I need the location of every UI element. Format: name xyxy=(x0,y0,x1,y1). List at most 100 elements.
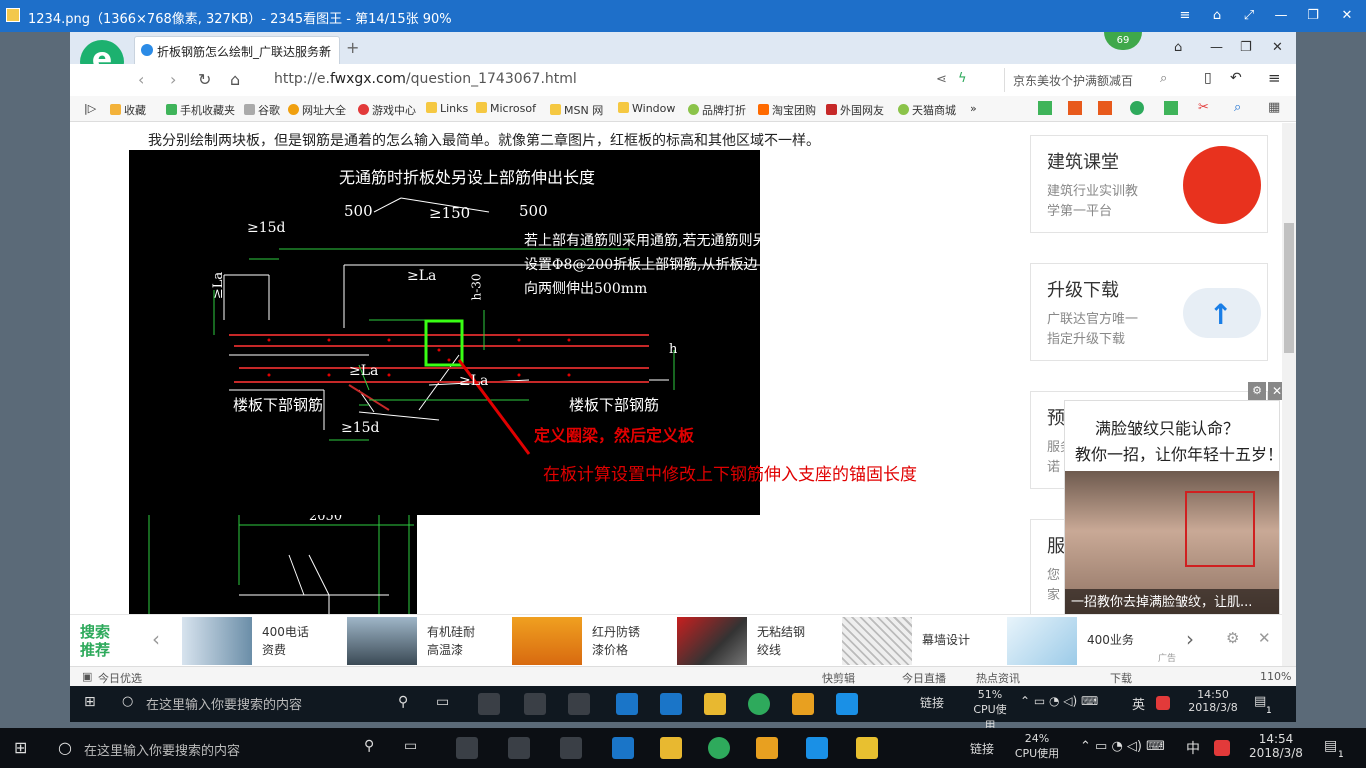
task-view-icon[interactable]: ▭ xyxy=(436,694,449,710)
windows-start-icon[interactable]: ⊞ xyxy=(14,738,27,757)
mic-icon[interactable]: ⚲ xyxy=(398,694,408,710)
today-picks-link[interactable]: 今日优选 xyxy=(98,670,142,686)
bookmark-item[interactable]: 外国网友 xyxy=(826,102,884,118)
app-icon[interactable] xyxy=(560,737,582,759)
recommend-item[interactable]: 400电话 资费 xyxy=(182,615,347,667)
discount-icon[interactable] xyxy=(1098,101,1112,115)
taskbar-search[interactable]: 在这里输入你要搜索的内容 xyxy=(146,694,302,713)
bookmark-item[interactable]: 手机收藏夹 xyxy=(166,102,235,118)
search-icon[interactable]: ⌕ xyxy=(1160,71,1167,86)
ime-indicator[interactable]: 中 xyxy=(1186,738,1200,758)
notification-icon[interactable]: ▤ xyxy=(1254,694,1266,709)
home-icon[interactable]: ⌂ xyxy=(230,70,240,89)
prev-arrow-icon[interactable]: ‹ xyxy=(152,627,160,651)
bookmark-item[interactable]: 品牌打折 xyxy=(688,102,746,118)
browser-minimize-button[interactable]: — xyxy=(1210,40,1223,55)
download-link[interactable]: 下载 xyxy=(1110,670,1132,686)
ime-indicator[interactable]: 英 xyxy=(1132,694,1145,713)
recommend-item[interactable]: 无粘结钢 绞线 xyxy=(677,615,842,667)
browser-app-icon[interactable] xyxy=(524,693,546,715)
refresh-icon[interactable]: ↻ xyxy=(198,70,211,89)
edge-icon[interactable] xyxy=(616,693,638,715)
task-view-icon[interactable]: ▭ xyxy=(404,738,417,754)
link-label[interactable]: 链接 xyxy=(920,694,944,711)
vertical-scrollbar[interactable] xyxy=(1282,123,1296,668)
tab-close-icon[interactable]: × xyxy=(321,42,331,56)
clock[interactable]: 14:50 2018/3/8 xyxy=(1188,688,1238,714)
news-link[interactable]: 热点资讯 xyxy=(976,670,1020,686)
sogou-icon[interactable] xyxy=(1214,740,1230,756)
taskbar-search[interactable]: 在这里输入你要搜索的内容 xyxy=(84,740,240,759)
share-icon[interactable]: ⋖ xyxy=(936,72,947,87)
app-icon[interactable] xyxy=(456,737,478,759)
bookmark-item[interactable]: 天猫商城 xyxy=(898,102,956,118)
browser-2345-icon[interactable] xyxy=(748,693,770,715)
quick-edit-link[interactable]: 快剪辑 xyxy=(822,670,855,686)
sidebar-card-course[interactable]: 建筑课堂 建筑行业实训教 学第一平台 xyxy=(1030,135,1268,233)
bookmark-item[interactable]: 收藏 xyxy=(110,102,146,118)
bookmark-item[interactable]: Microsof xyxy=(476,102,536,115)
next-arrow-icon[interactable]: › xyxy=(1186,627,1194,651)
notification-badge[interactable]: 69 xyxy=(1104,32,1142,50)
app-icon[interactable] xyxy=(836,693,858,715)
windows-start-icon[interactable]: ⊞ xyxy=(84,694,96,710)
notes-icon[interactable] xyxy=(792,693,814,715)
sidebar-toggle-icon[interactable]: |▷ xyxy=(84,102,96,115)
fullscreen-icon[interactable]: ⤢ xyxy=(1238,6,1260,26)
scrollbar-thumb[interactable] xyxy=(1284,223,1294,353)
url-field[interactable]: http://e.fwxgx.com/question_1743067.html xyxy=(274,71,577,87)
skin-icon[interactable]: ⌂ xyxy=(1206,6,1228,26)
link-label[interactable]: 链接 xyxy=(970,740,994,757)
recommend-item[interactable]: 400业务 xyxy=(1007,615,1172,667)
back-icon[interactable]: ‹ xyxy=(138,70,144,89)
phone-icon[interactable]: ▯ xyxy=(1204,70,1212,86)
new-tab-button[interactable]: + xyxy=(346,38,359,57)
tools-icon[interactable]: ✂ xyxy=(1198,100,1209,115)
notes-icon[interactable] xyxy=(756,737,778,759)
bookmark-item[interactable]: 网址大全 xyxy=(288,102,346,118)
sidebar-card-download[interactable]: 升级下载 广联达官方唯一 指定升级下载 ↑ xyxy=(1030,263,1268,361)
recommend-item[interactable]: 幕墙设计 xyxy=(842,615,1007,667)
browser-2345-icon[interactable] xyxy=(708,737,730,759)
cortana-icon[interactable]: ○ xyxy=(58,738,72,757)
forward-icon[interactable]: › xyxy=(170,70,176,89)
shield-icon[interactable] xyxy=(1130,101,1144,115)
search-input[interactable]: 京东美妆个护满额减百 xyxy=(1004,68,1174,92)
shirt-icon[interactable]: ⌂ xyxy=(1174,40,1182,55)
bookmark-item[interactable]: MSN 网 xyxy=(550,102,603,118)
browser-restore-button[interactable]: ❐ xyxy=(1240,40,1252,55)
menu-icon[interactable]: ≡ xyxy=(1268,69,1281,87)
lightning-icon[interactable]: ϟ xyxy=(958,71,967,86)
app-icon[interactable] xyxy=(478,693,500,715)
tv-icon[interactable] xyxy=(1068,101,1082,115)
browser-app-icon[interactable] xyxy=(508,737,530,759)
image-viewer-icon[interactable] xyxy=(856,737,878,759)
reader-icon[interactable] xyxy=(1038,101,1052,115)
recommend-item[interactable]: 有机硅耐 高温漆 xyxy=(347,615,512,667)
bookmark-item[interactable]: 游戏中心 xyxy=(358,102,416,118)
browser-close-button[interactable]: ✕ xyxy=(1272,40,1283,55)
close-icon[interactable]: ✕ xyxy=(1258,629,1271,647)
bookmark-item[interactable]: 谷歌 xyxy=(244,102,280,118)
ad-popup[interactable]: 满脸皱纹只能认命？ 教你一招，让你年轻十五岁！ 一招教你去掉满脸皱纹，让肌... xyxy=(1064,400,1280,620)
app-icon[interactable] xyxy=(568,693,590,715)
notification-icon[interactable]: ▤ xyxy=(1324,738,1337,754)
apps-icon[interactable]: ▦ xyxy=(1268,100,1280,115)
ie-icon[interactable] xyxy=(660,693,682,715)
search-icon[interactable]: ⌕ xyxy=(1234,100,1241,115)
maximize-button[interactable]: ❐ xyxy=(1302,6,1324,26)
app-icon[interactable] xyxy=(806,737,828,759)
ad-settings-icon[interactable]: ⚙ xyxy=(1248,382,1266,400)
menu-icon[interactable]: ≡ xyxy=(1174,6,1196,26)
translate-icon[interactable] xyxy=(1164,101,1178,115)
live-link[interactable]: 今日直播 xyxy=(902,670,946,686)
bookmark-item[interactable]: Window xyxy=(618,102,675,115)
folder-icon[interactable] xyxy=(704,693,726,715)
cortana-icon[interactable]: ○ xyxy=(122,694,133,709)
bookmark-item[interactable]: Links xyxy=(426,102,468,115)
tray-icons[interactable]: ⌃ ▭ ◔ ◁) ⌨ xyxy=(1080,739,1165,754)
bookmark-item[interactable]: 淘宝团购 xyxy=(758,102,816,118)
tab-active[interactable]: 折板钢筋怎么绘制_广联达服务新 × xyxy=(134,36,340,64)
settings-icon[interactable]: ⚙ xyxy=(1226,629,1239,647)
tray-icons[interactable]: ⌃ ▭ ◔ ◁) ⌨ xyxy=(1020,694,1098,708)
